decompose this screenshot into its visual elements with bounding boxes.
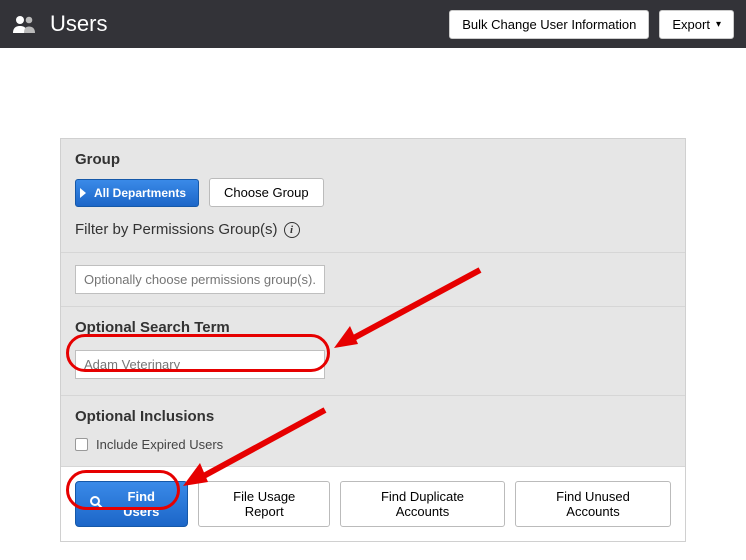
users-icon bbox=[12, 14, 36, 34]
all-departments-chip[interactable]: All Departments bbox=[75, 179, 199, 207]
annotation-ring-find bbox=[66, 470, 180, 510]
filter-permissions-label: Filter by Permissions Group(s) bbox=[75, 221, 278, 238]
group-section-title: Group bbox=[61, 139, 685, 178]
bulk-change-label: Bulk Change User Information bbox=[462, 17, 636, 32]
find-duplicate-label: Find Duplicate Accounts bbox=[381, 489, 464, 519]
export-label: Export bbox=[672, 17, 710, 32]
permissions-group-input[interactable] bbox=[75, 265, 325, 294]
choose-group-label: Choose Group bbox=[224, 185, 309, 200]
find-duplicate-accounts-button[interactable]: Find Duplicate Accounts bbox=[340, 481, 505, 527]
export-button[interactable]: Export ▾ bbox=[659, 10, 734, 39]
choose-group-button[interactable]: Choose Group bbox=[209, 178, 324, 207]
inclusions-section-title: Optional Inclusions bbox=[61, 396, 685, 435]
all-departments-label: All Departments bbox=[94, 186, 186, 200]
info-icon[interactable]: i bbox=[284, 222, 300, 238]
annotation-arrow-1 bbox=[330, 260, 490, 360]
annotation-arrow-2 bbox=[175, 400, 335, 500]
include-expired-checkbox[interactable] bbox=[75, 438, 88, 451]
find-unused-accounts-button[interactable]: Find Unused Accounts bbox=[515, 481, 671, 527]
annotation-ring-search bbox=[66, 334, 330, 372]
page-header: Users Bulk Change User Information Expor… bbox=[0, 0, 746, 48]
bulk-change-button[interactable]: Bulk Change User Information bbox=[449, 10, 649, 39]
chevron-down-icon: ▾ bbox=[716, 19, 721, 30]
find-unused-label: Find Unused Accounts bbox=[556, 489, 630, 519]
page-title: Users bbox=[50, 11, 439, 37]
